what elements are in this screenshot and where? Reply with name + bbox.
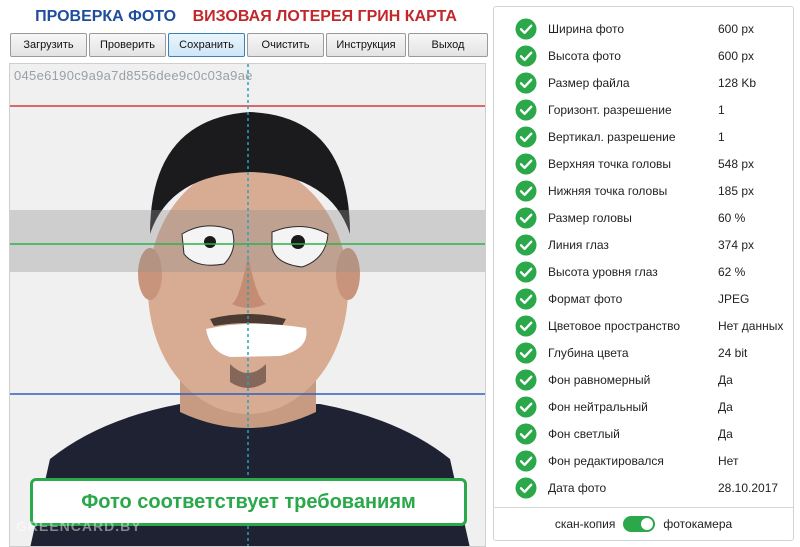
param-row: Верхняя точка головы 548 px	[494, 150, 793, 177]
load-button[interactable]: Загрузить	[10, 33, 87, 57]
param-value: 548 px	[718, 156, 755, 171]
param-label: Дата фото	[548, 480, 607, 495]
parameters-list: Ширина фото 600 px Высота фото 600 px Размер…	[494, 15, 793, 501]
title-photo-check: ПРОВЕРКА ФОТО	[35, 8, 177, 25]
check-icon	[515, 45, 537, 67]
param-label: Высота фото	[548, 48, 621, 63]
param-label: Верхняя точка головы	[548, 156, 672, 171]
param-row: Дата фото 28.10.2017	[494, 474, 793, 501]
check-icon	[515, 180, 537, 202]
param-label: Фон светлый	[548, 426, 620, 441]
param-label: Цветовое пространство	[548, 318, 681, 333]
param-label: Глубина цвета	[548, 345, 629, 360]
param-value: Нет данных	[718, 318, 784, 333]
toolbar: Загрузить Проверить Сохранить Очистить И…	[10, 33, 488, 57]
check-icon	[515, 234, 537, 256]
check-icon	[515, 288, 537, 310]
param-label: Формат фото	[548, 291, 623, 306]
param-value: Да	[718, 399, 733, 414]
param-value: 185 px	[718, 183, 755, 198]
toggle-knob	[641, 518, 654, 530]
source-toggle-bar: скан-копия фотокамера	[494, 507, 793, 540]
status-text: Фото соответствует требованиям	[81, 490, 416, 513]
param-value: 62 %	[718, 264, 746, 279]
param-row: Размер файла 128 Kb	[494, 69, 793, 96]
app-title: ПРОВЕРКА ФОТО ВИЗОВАЯ ЛОТЕРЕЯ ГРИН КАРТА	[0, 4, 492, 30]
param-row: Фон нейтральный Да	[494, 393, 793, 420]
param-label: Нижняя точка головы	[548, 183, 668, 198]
check-icon	[515, 315, 537, 337]
check-icon	[515, 396, 537, 418]
scan-copy-label: скан-копия	[554, 517, 616, 531]
param-row: Размер головы 60 %	[494, 204, 793, 231]
param-row: Фон светлый Да	[494, 420, 793, 447]
param-label: Размер файла	[548, 75, 630, 90]
param-row: Вертикал. разрешение 1	[494, 123, 793, 150]
instructions-button[interactable]: Инструкция	[326, 33, 406, 57]
check-icon	[515, 369, 537, 391]
check-icon	[515, 477, 537, 499]
save-button[interactable]: Сохранить	[168, 33, 245, 57]
param-label: Ширина фото	[548, 21, 625, 36]
portrait-image	[10, 64, 485, 546]
title-lottery: ВИЗОВАЯ ЛОТЕРЕЯ ГРИН КАРТА	[192, 8, 457, 25]
param-row: Высота уровня глаз 62 %	[494, 258, 793, 285]
check-icon	[515, 72, 537, 94]
parameters-panel: Ширина фото 600 px Высота фото 600 px Размер…	[493, 6, 794, 541]
param-label: Фон равномерный	[548, 372, 651, 387]
param-row: Горизонт. разрешение 1	[494, 96, 793, 123]
param-row: Формат фото JPEG	[494, 285, 793, 312]
param-row: Линия глаз 374 px	[494, 231, 793, 258]
param-row: Ширина фото 600 px	[494, 15, 793, 42]
param-value: 60 %	[718, 210, 746, 225]
exit-button[interactable]: Выход	[408, 33, 488, 57]
param-label: Фон нейтральный	[548, 399, 648, 414]
param-value: 600 px	[718, 21, 755, 36]
camera-label: фотокамера	[663, 517, 733, 531]
param-row: Фон редактировался Нет	[494, 447, 793, 474]
check-icon	[515, 207, 537, 229]
param-value: Да	[718, 372, 733, 387]
param-label: Высота уровня глаз	[548, 264, 658, 279]
photo-check-app: ПРОВЕРКА ФОТО ВИЗОВАЯ ЛОТЕРЕЯ ГРИН КАРТА…	[0, 0, 800, 547]
check-icon	[515, 99, 537, 121]
check-icon	[515, 153, 537, 175]
param-value: Да	[718, 426, 733, 441]
check-icon	[515, 450, 537, 472]
param-row: Глубина цвета 24 bit	[494, 339, 793, 366]
photo-hash: 045e6190c9a9a7d8556dee9c0c03a9ae	[14, 68, 253, 83]
param-row: Фон равномерный Да	[494, 366, 793, 393]
param-label: Размер головы	[548, 210, 632, 225]
param-label: Горизонт. разрешение	[548, 102, 672, 117]
check-icon	[515, 18, 537, 40]
watermark: GREENCARD.BY	[16, 518, 142, 534]
param-value: 28.10.2017	[718, 480, 779, 495]
param-value: 1	[718, 129, 725, 144]
param-row: Нижняя точка головы 185 px	[494, 177, 793, 204]
param-value: 24 bit	[718, 345, 748, 360]
check-icon	[515, 126, 537, 148]
photo-preview[interactable]: 045e6190c9a9a7d8556dee9c0c03a9ae Фото со…	[9, 63, 486, 547]
param-value: JPEG	[718, 291, 750, 306]
param-value: 1	[718, 102, 725, 117]
param-label: Линия глаз	[548, 237, 609, 252]
param-label: Вертикал. разрешение	[548, 129, 676, 144]
check-icon	[515, 423, 537, 445]
param-value: 374 px	[718, 237, 755, 252]
check-icon	[515, 342, 537, 364]
source-toggle[interactable]	[623, 516, 656, 532]
param-label: Фон редактировался	[548, 453, 664, 468]
param-value: 128 Kb	[718, 75, 757, 90]
check-button[interactable]: Проверить	[89, 33, 166, 57]
param-row: Высота фото 600 px	[494, 42, 793, 69]
check-icon	[515, 261, 537, 283]
clear-button[interactable]: Очистить	[247, 33, 324, 57]
param-value: Нет	[718, 453, 739, 468]
param-value: 600 px	[718, 48, 755, 63]
param-row: Цветовое пространство Нет данных	[494, 312, 793, 339]
